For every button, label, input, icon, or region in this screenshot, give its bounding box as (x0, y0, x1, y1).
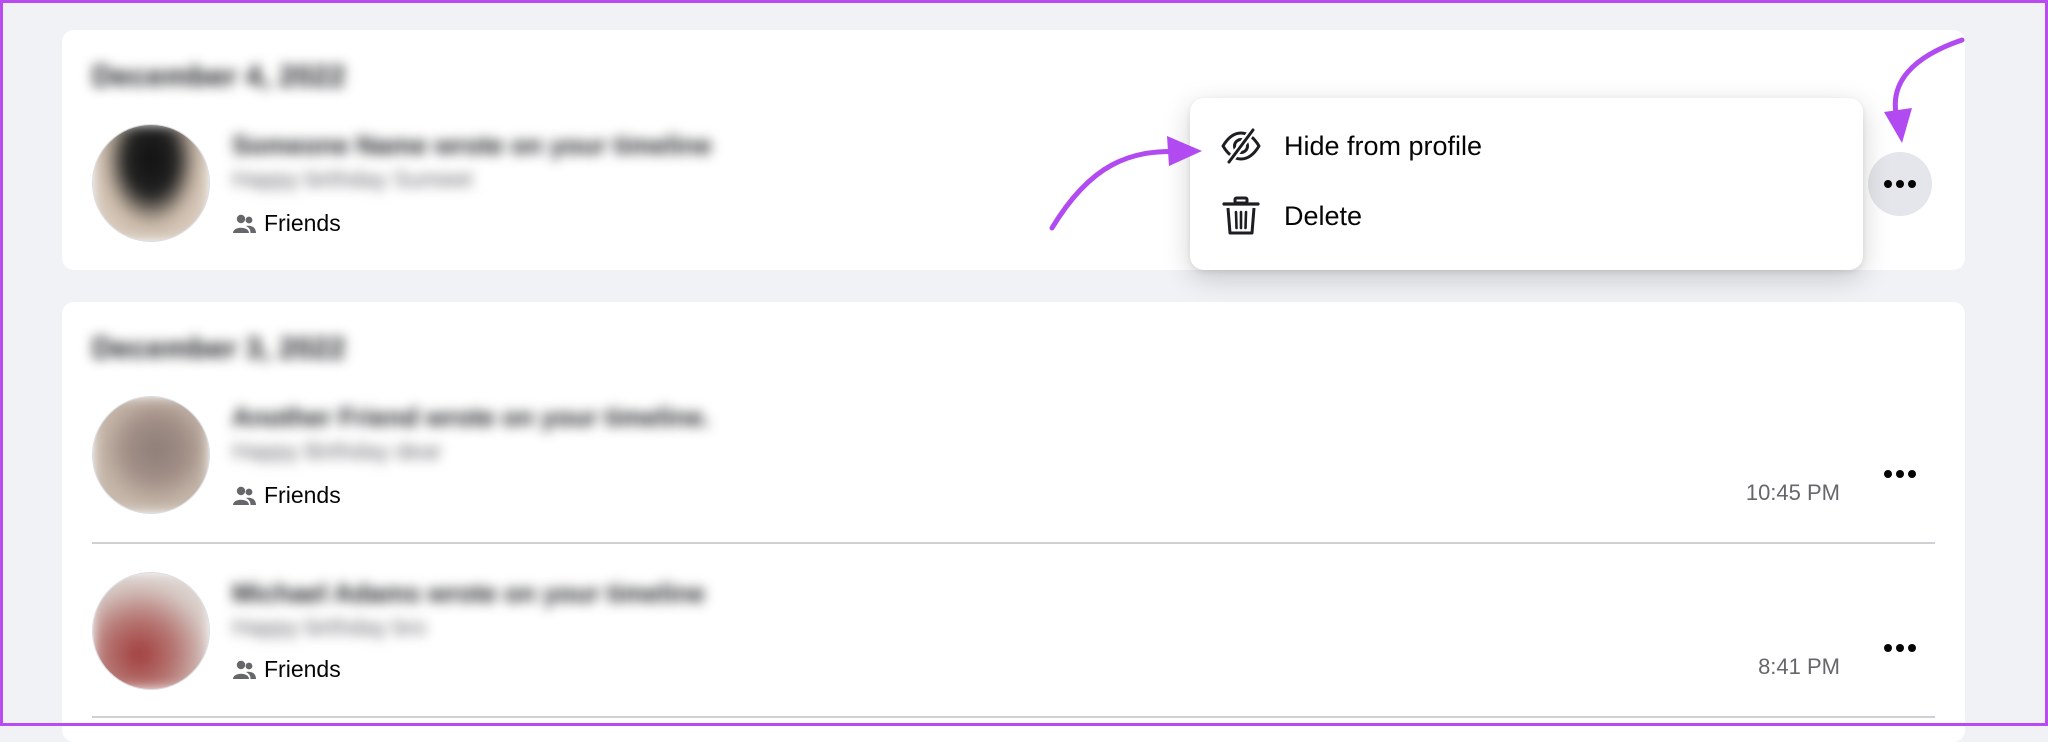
entry-divider (92, 716, 1935, 718)
menu-item-label: Hide from profile (1284, 130, 1483, 161)
section-date: December 3, 2022 (92, 332, 346, 365)
audience-label[interactable]: Friends (232, 482, 341, 509)
entry-title[interactable]: Michael Adams wrote on your timeline (232, 578, 705, 609)
entry-subtitle: Happy birthday Sumeet (232, 166, 473, 192)
section-date: December 4, 2022 (92, 60, 346, 93)
friends-icon (233, 660, 256, 679)
menu-item-hide-from-profile[interactable]: Hide from profile (1190, 112, 1863, 180)
audience-label[interactable]: Friends (232, 656, 341, 683)
menu-item-label: Delete (1284, 200, 1363, 231)
context-menu: Hide from profile Delete (1190, 98, 1863, 270)
audience-text: Friends (264, 210, 341, 236)
trash-icon (1222, 196, 1260, 235)
more-options-button[interactable] (1868, 442, 1932, 506)
entry-subtitle: Happy birthday bro (232, 614, 427, 640)
more-horizontal-icon (1884, 644, 1916, 652)
timestamp: 10:45 PM (1745, 480, 1840, 505)
audience-label[interactable]: Friends (232, 210, 341, 237)
entry-title[interactable]: Another Friend wrote on your timeline. (232, 402, 710, 433)
entry-title[interactable]: Someone Name wrote on your timeline (232, 130, 712, 161)
avatar[interactable] (92, 396, 210, 514)
activity-card-2: December 3, 2022 Another Friend wrote on… (62, 302, 1965, 742)
audience-text: Friends (264, 656, 341, 682)
more-horizontal-icon (1884, 180, 1916, 188)
avatar[interactable] (92, 124, 210, 242)
menu-item-delete[interactable]: Delete (1190, 182, 1863, 250)
more-options-button[interactable] (1868, 152, 1932, 216)
entry-subtitle: Happy Birthday dear (232, 438, 442, 464)
friends-icon (233, 486, 256, 505)
eye-slash-icon (1221, 126, 1261, 166)
friends-icon (233, 214, 256, 233)
more-options-button[interactable] (1868, 616, 1932, 680)
audience-text: Friends (264, 482, 341, 508)
avatar[interactable] (92, 572, 210, 690)
entry-divider (92, 542, 1935, 544)
more-horizontal-icon (1884, 470, 1916, 478)
timestamp: 8:41 PM (1758, 654, 1840, 679)
